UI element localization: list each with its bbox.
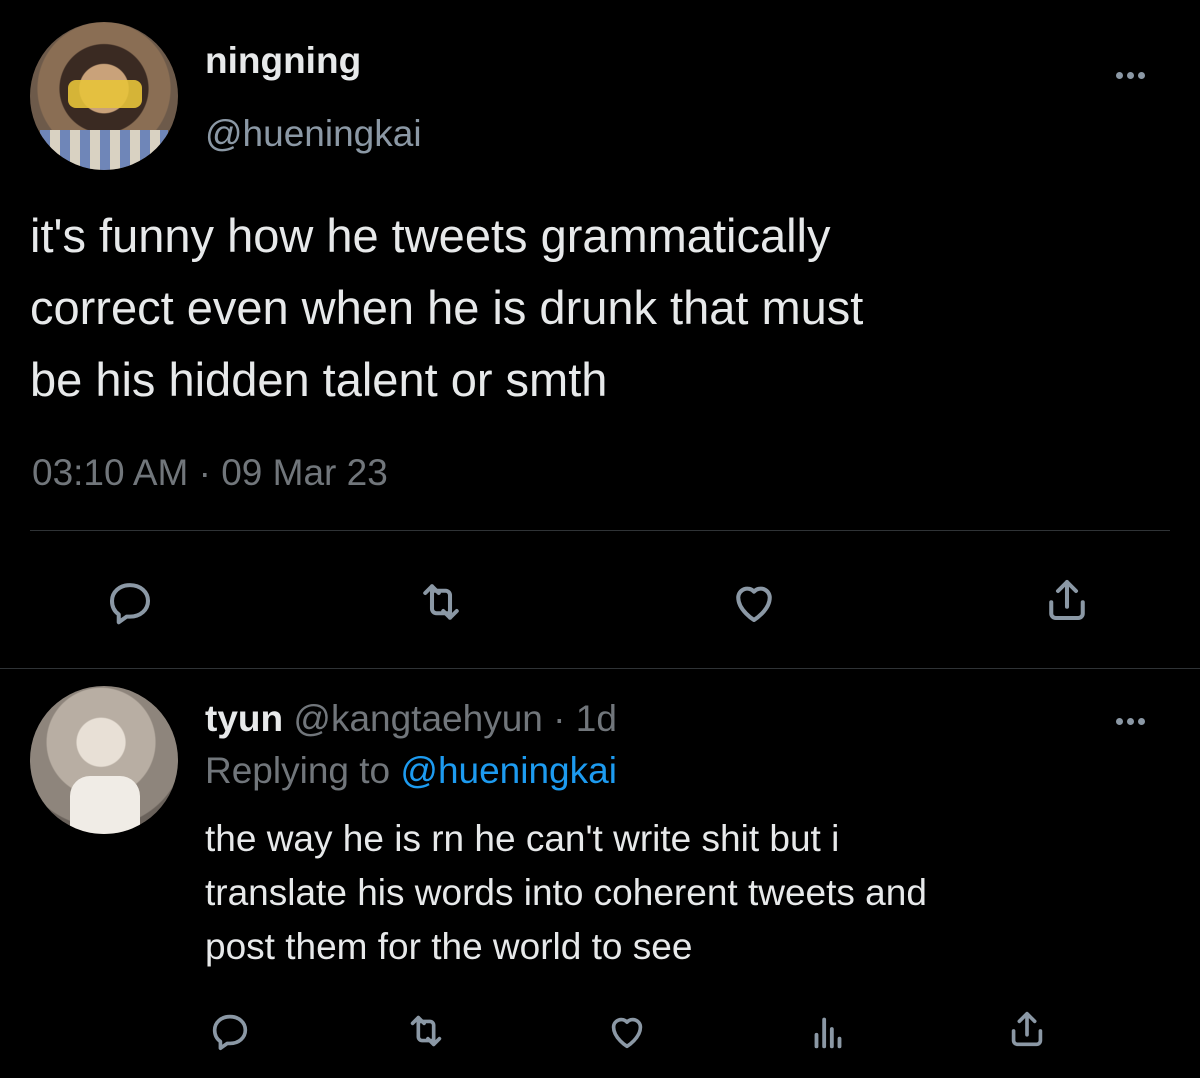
replying-to-handle[interactable]: @hueningkai (400, 750, 617, 791)
profile-photo-icon (68, 80, 142, 108)
shirt-pattern (40, 130, 168, 170)
like-icon[interactable] (727, 575, 781, 629)
reply-text-line: post them for the world to see (205, 926, 693, 967)
more-options-icon[interactable] (1116, 712, 1149, 730)
divider (0, 668, 1200, 669)
divider (30, 530, 1170, 531)
tweet-text: it's funny how he tweets grammatically c… (30, 200, 863, 416)
tweet-text-line: it's funny how he tweets grammatically (30, 209, 831, 262)
retweet-icon[interactable] (414, 575, 468, 629)
reply-header: tyun @kangtaehyun · 1d (205, 698, 617, 740)
share-icon[interactable] (1040, 573, 1094, 627)
timestamp[interactable]: 03:10 AM · 09 Mar 23 (32, 452, 388, 494)
tweet-text-line: be his hidden talent or smth (30, 353, 608, 406)
relative-time[interactable]: · 1d (553, 698, 617, 739)
share-icon[interactable] (1004, 1006, 1050, 1052)
reply-icon[interactable] (207, 1008, 253, 1054)
replying-to-label: Replying to (205, 750, 391, 791)
avatar[interactable] (30, 686, 178, 834)
retweet-icon[interactable] (403, 1008, 449, 1054)
replying-to: Replying to @hueningkai (205, 750, 617, 792)
reply-icon[interactable] (103, 575, 157, 629)
handle[interactable]: @hueningkai (205, 113, 422, 155)
profile-photo-icon (70, 776, 140, 834)
display-name[interactable]: tyun (205, 698, 283, 739)
reply-text-line: the way he is rn he can't write shit but… (205, 818, 840, 859)
more-options-icon[interactable] (1116, 66, 1149, 84)
reply-text: the way he is rn he can't write shit but… (205, 812, 927, 974)
like-icon[interactable] (604, 1008, 650, 1054)
analytics-icon[interactable] (805, 1008, 851, 1054)
avatar[interactable] (30, 22, 178, 170)
reply-text-line: translate his words into coherent tweets… (205, 872, 927, 913)
handle[interactable]: @kangtaehyun (293, 698, 542, 739)
display-name[interactable]: ningning (205, 40, 361, 82)
tweet-text-line: correct even when he is drunk that must (30, 281, 864, 334)
